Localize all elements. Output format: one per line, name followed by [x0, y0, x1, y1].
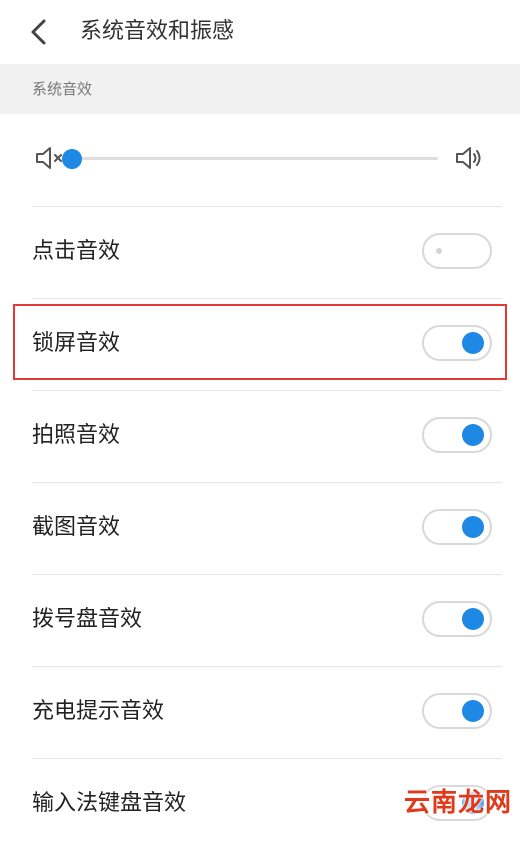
setting-label: 输入法键盘音效 [32, 791, 187, 816]
setting-row-charging-sound: 充电提示音效 [0, 666, 520, 758]
toggle-switch[interactable] [422, 417, 492, 453]
setting-label: 拨号盘音效 [32, 607, 143, 632]
title-bar: 系统音效和振感 [0, 0, 520, 64]
toggle-knob [462, 516, 484, 538]
highlight-box [13, 304, 507, 380]
section-title: 系统音效 [32, 80, 93, 98]
toggle-switch[interactable] [422, 601, 492, 637]
setting-label: 充电提示音效 [32, 699, 165, 724]
toggle-knob [462, 608, 484, 630]
chevron-left-icon[interactable] [24, 16, 56, 48]
toggle-knob [436, 248, 442, 254]
setting-label: 点击音效 [32, 239, 121, 264]
setting-row-dialpad-sound: 拨号盘音效 [0, 574, 520, 666]
setting-row-screenshot-sound: 截图音效 [0, 482, 520, 574]
volume-slider-thumb[interactable] [62, 149, 82, 169]
toggle-knob [462, 700, 484, 722]
volume-row [0, 114, 520, 206]
watermark-logo: 云南龙网 [403, 788, 512, 818]
toggle-switch[interactable] [422, 693, 492, 729]
setting-label: 截图音效 [32, 515, 121, 540]
section-header: 系统音效 [0, 64, 520, 114]
page-title: 系统音效和振感 [80, 19, 235, 44]
setting-row-camera-sound: 拍照音效 [0, 390, 520, 482]
volume-high-icon [456, 147, 481, 169]
setting-row-tap-sound: 点击音效 [0, 206, 520, 298]
toggle-knob [462, 424, 484, 446]
volume-slider[interactable] [62, 149, 438, 169]
toggle-switch[interactable] [422, 233, 492, 269]
setting-label: 拍照音效 [32, 423, 121, 448]
toggle-switch[interactable] [422, 509, 492, 545]
